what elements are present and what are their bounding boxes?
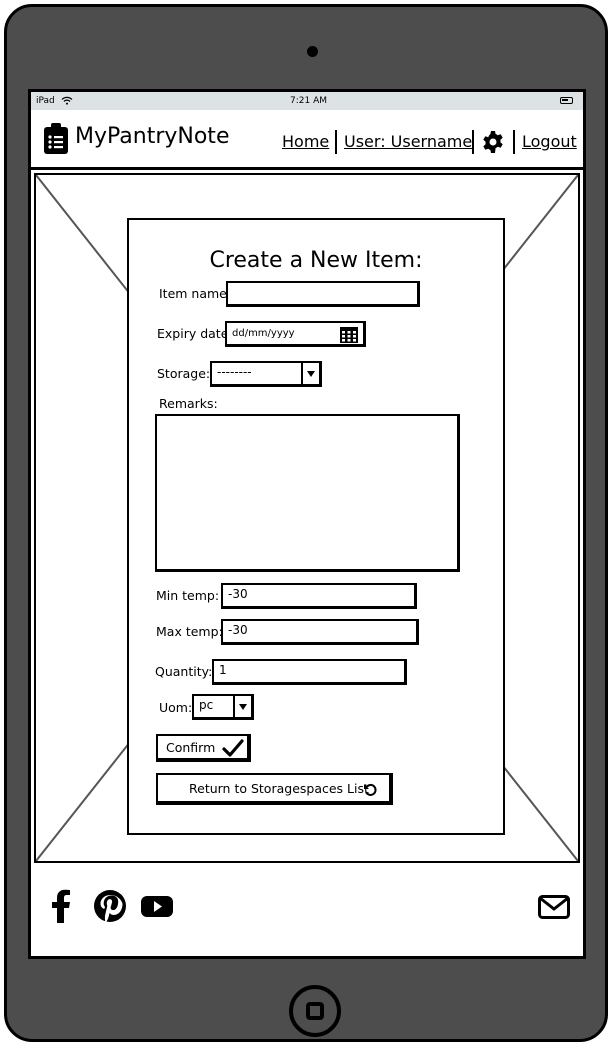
nav-separator <box>335 130 337 154</box>
youtube-icon[interactable] <box>140 889 174 923</box>
check-icon <box>222 739 244 757</box>
navbar: MyPantryNote Home User: Username Logout <box>31 110 583 170</box>
chevron-down-icon[interactable] <box>301 363 319 384</box>
chevron-down-icon[interactable] <box>233 696 251 717</box>
confirm-button-label: Confirm <box>166 740 216 755</box>
create-item-card: Create a New Item: Item name: Expiry dat… <box>127 218 505 835</box>
gear-icon[interactable] <box>481 130 505 154</box>
item-name-input[interactable] <box>226 281 420 307</box>
nav-separator <box>472 130 474 154</box>
status-time: 7:21 AM <box>290 96 327 106</box>
pinterest-icon[interactable] <box>93 889 127 923</box>
min-temp-input[interactable]: -30 <box>221 583 417 609</box>
facebook-icon[interactable] <box>45 889 79 923</box>
nav-separator <box>513 130 515 154</box>
mail-icon[interactable] <box>538 895 570 919</box>
calendar-icon[interactable] <box>339 325 359 344</box>
wifi-icon <box>61 96 73 105</box>
quantity-label: Quantity: <box>155 664 213 679</box>
nav-logout-link[interactable]: Logout <box>522 132 577 151</box>
max-temp-input[interactable]: -30 <box>221 619 419 645</box>
storage-selected-value: -------- <box>217 365 252 379</box>
form-title: Create a New Item: <box>209 248 423 273</box>
uom-selected-value: pc <box>199 698 214 712</box>
storage-label: Storage: <box>157 366 211 381</box>
footer <box>31 865 583 956</box>
remarks-label: Remarks: <box>159 396 218 411</box>
return-button-label: Return to Storagespaces List <box>189 781 369 796</box>
confirm-button[interactable]: Confirm <box>156 734 251 762</box>
item-name-label: Item name: <box>159 286 232 301</box>
expiry-date-placeholder: dd/mm/yyyy <box>232 328 295 339</box>
expiry-date-label: Expiry date: <box>157 326 233 341</box>
min-temp-label: Min temp: <box>156 588 220 603</box>
max-temp-label: Max temp: <box>156 624 223 639</box>
battery-icon <box>560 97 573 104</box>
camera <box>307 46 318 57</box>
status-device: iPad <box>36 92 73 110</box>
home-button[interactable] <box>289 985 341 1037</box>
brand-title[interactable]: MyPantryNote <box>75 124 229 149</box>
device-label: iPad <box>36 96 55 106</box>
quantity-input[interactable]: 1 <box>212 659 407 685</box>
remarks-textarea[interactable] <box>155 414 460 572</box>
uom-select[interactable]: pc <box>192 694 254 720</box>
screen: iPad 7:21 AM MyPantryNote Home User: Use… <box>28 89 586 959</box>
expiry-date-input[interactable]: dd/mm/yyyy <box>225 321 366 347</box>
nav-home-link[interactable]: Home <box>282 132 329 151</box>
return-to-storagespaces-button[interactable]: Return to Storagespaces List <box>156 773 393 805</box>
clipboard-icon <box>44 123 68 154</box>
undo-icon <box>364 783 377 796</box>
storage-select[interactable]: -------- <box>210 361 322 387</box>
status-bar: iPad 7:21 AM <box>31 92 583 110</box>
uom-label: Uom: <box>159 700 193 715</box>
nav-user-link[interactable]: User: Username <box>344 132 472 151</box>
